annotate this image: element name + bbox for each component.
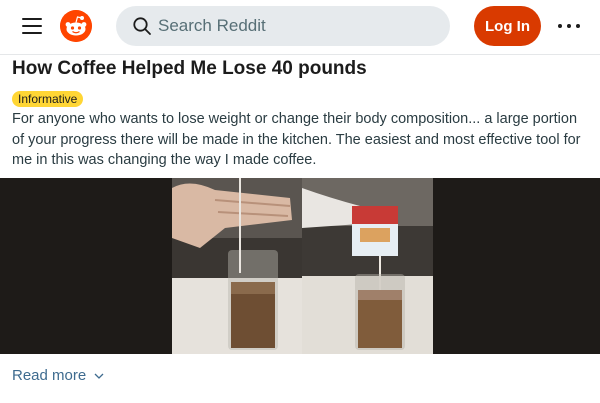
post-title[interactable]: How Coffee Helped Me Lose 40 pounds — [12, 58, 367, 80]
reddit-logo-icon[interactable] — [60, 10, 92, 42]
search-icon — [133, 17, 151, 35]
photo-right — [302, 178, 433, 354]
menu-icon[interactable] — [20, 15, 44, 37]
read-more-label: Read more — [12, 367, 87, 384]
search-input[interactable]: Search Reddit — [116, 6, 450, 46]
login-button[interactable]: Log In — [474, 6, 541, 46]
read-more-link[interactable]: Read more — [12, 367, 104, 384]
chevron-down-icon — [94, 373, 104, 379]
photo-left — [172, 178, 302, 354]
more-options-icon[interactable] — [558, 18, 580, 34]
search-placeholder: Search Reddit — [158, 16, 266, 35]
post-flair[interactable]: Informative — [12, 91, 84, 107]
top-bar: Search Reddit Log In — [0, 0, 600, 55]
post-body: For anyone who wants to lose weight or c… — [12, 111, 581, 168]
post-image[interactable] — [0, 178, 600, 354]
